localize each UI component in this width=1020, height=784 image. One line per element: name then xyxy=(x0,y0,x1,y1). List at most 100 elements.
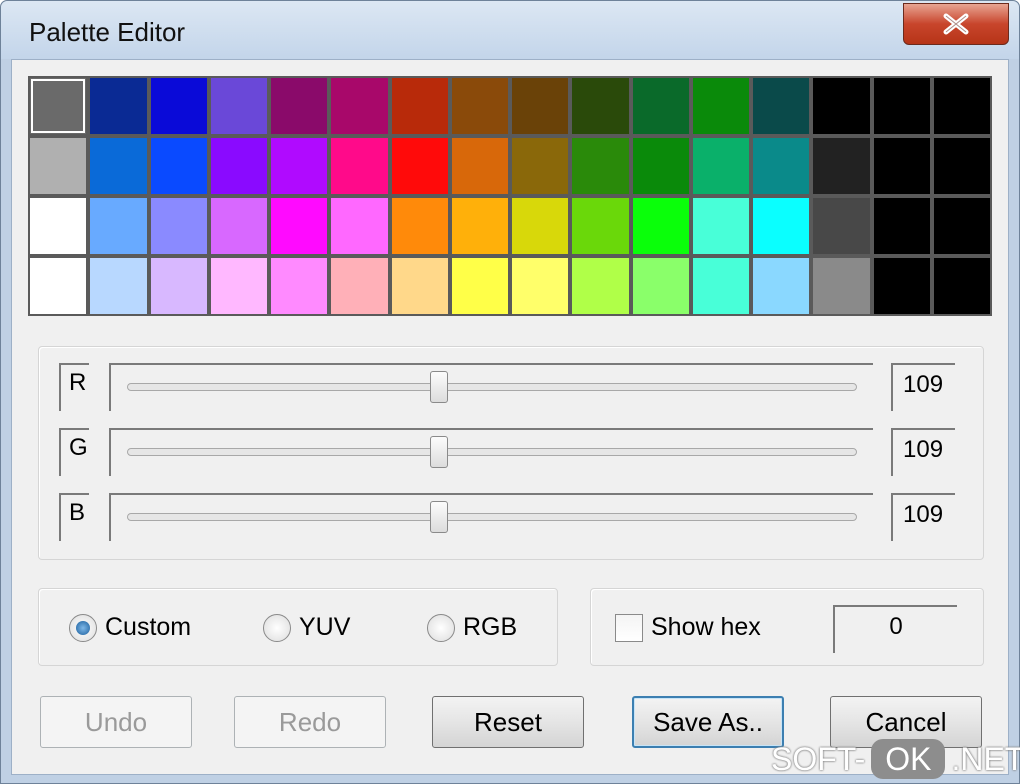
slider-thumb-b[interactable] xyxy=(429,501,448,533)
hex-value-field[interactable]: 0 xyxy=(833,605,957,653)
palette-swatch[interactable] xyxy=(572,258,629,314)
color-palette-grid xyxy=(28,76,992,316)
radio-yuv[interactable]: YUV xyxy=(263,613,350,642)
palette-swatch[interactable] xyxy=(451,258,508,314)
palette-swatch[interactable] xyxy=(813,138,870,194)
palette-swatch[interactable] xyxy=(271,78,328,134)
slider-r[interactable] xyxy=(109,363,873,411)
palette-swatch[interactable] xyxy=(933,198,990,254)
palette-swatch[interactable] xyxy=(271,258,328,314)
palette-swatch[interactable] xyxy=(632,258,689,314)
palette-swatch[interactable] xyxy=(150,78,207,134)
palette-swatch[interactable] xyxy=(451,138,508,194)
palette-swatch[interactable] xyxy=(873,198,930,254)
palette-swatch[interactable] xyxy=(813,78,870,134)
radio-selected-dot xyxy=(76,620,90,635)
palette-swatch[interactable] xyxy=(873,78,930,134)
palette-swatch[interactable] xyxy=(150,258,207,314)
palette-editor-window: Palette Editor R 109 G 109 B 109 Custom … xyxy=(0,0,1020,784)
palette-swatch[interactable] xyxy=(331,138,388,194)
palette-swatch[interactable] xyxy=(933,78,990,134)
value-box-r[interactable]: 109 xyxy=(891,363,955,411)
radio-circle-rgb[interactable] xyxy=(427,613,455,642)
palette-swatch[interactable] xyxy=(692,198,749,254)
palette-swatch[interactable] xyxy=(30,258,87,314)
palette-swatch[interactable] xyxy=(391,258,448,314)
slider-track-b[interactable] xyxy=(127,513,857,521)
palette-swatch[interactable] xyxy=(873,258,930,314)
palette-swatch[interactable] xyxy=(451,198,508,254)
window-title: Palette Editor xyxy=(29,17,186,47)
palette-swatch[interactable] xyxy=(692,258,749,314)
watermark-badge: OK xyxy=(871,739,946,779)
palette-swatch[interactable] xyxy=(210,78,267,134)
palette-swatch[interactable] xyxy=(753,258,810,314)
close-button[interactable] xyxy=(903,3,1009,45)
show-hex-checkbox[interactable]: Show hex xyxy=(615,613,761,642)
slider-g[interactable] xyxy=(109,428,873,476)
palette-swatch[interactable] xyxy=(933,138,990,194)
slider-track-g[interactable] xyxy=(127,448,857,456)
palette-swatch[interactable] xyxy=(451,78,508,134)
palette-swatch[interactable] xyxy=(210,198,267,254)
palette-swatch[interactable] xyxy=(753,198,810,254)
palette-swatch[interactable] xyxy=(90,78,147,134)
palette-swatch[interactable] xyxy=(30,78,87,134)
palette-swatch[interactable] xyxy=(512,78,569,134)
palette-swatch[interactable] xyxy=(692,138,749,194)
palette-swatch[interactable] xyxy=(271,198,328,254)
palette-swatch[interactable] xyxy=(632,78,689,134)
palette-swatch[interactable] xyxy=(331,78,388,134)
palette-swatch[interactable] xyxy=(90,198,147,254)
palette-swatch[interactable] xyxy=(933,258,990,314)
palette-swatch[interactable] xyxy=(331,258,388,314)
watermark: SOFT- OK .NET xyxy=(771,739,1020,779)
save-as-button[interactable]: Save As.. xyxy=(632,696,784,748)
value-box-g[interactable]: 109 xyxy=(891,428,955,476)
palette-swatch[interactable] xyxy=(391,78,448,134)
slider-track-r[interactable] xyxy=(127,383,857,391)
palette-swatch[interactable] xyxy=(692,78,749,134)
palette-swatch[interactable] xyxy=(90,258,147,314)
palette-swatch[interactable] xyxy=(813,198,870,254)
palette-swatch[interactable] xyxy=(632,198,689,254)
slider-b[interactable] xyxy=(109,493,873,541)
slider-thumb-r[interactable] xyxy=(429,371,448,403)
palette-swatch[interactable] xyxy=(210,138,267,194)
undo-button[interactable]: Undo xyxy=(40,696,192,748)
palette-swatch[interactable] xyxy=(632,138,689,194)
palette-swatch[interactable] xyxy=(572,198,629,254)
palette-swatch[interactable] xyxy=(391,138,448,194)
palette-swatch[interactable] xyxy=(150,198,207,254)
palette-swatch[interactable] xyxy=(873,138,930,194)
palette-swatch[interactable] xyxy=(572,138,629,194)
reset-button[interactable]: Reset xyxy=(432,696,584,748)
slider-row-b: B 109 xyxy=(59,493,959,541)
palette-swatch[interactable] xyxy=(813,258,870,314)
palette-swatch[interactable] xyxy=(30,138,87,194)
redo-button[interactable]: Redo xyxy=(234,696,386,748)
radio-rgb[interactable]: RGB xyxy=(427,613,517,642)
slider-thumb-g[interactable] xyxy=(429,436,448,468)
palette-swatch[interactable] xyxy=(210,258,267,314)
radio-circle-yuv[interactable] xyxy=(263,613,291,642)
show-hex-checkbox-box[interactable] xyxy=(615,613,643,642)
palette-swatch[interactable] xyxy=(512,198,569,254)
palette-swatch[interactable] xyxy=(331,198,388,254)
palette-swatch[interactable] xyxy=(150,138,207,194)
palette-swatch[interactable] xyxy=(90,138,147,194)
palette-swatch[interactable] xyxy=(30,198,87,254)
palette-swatch[interactable] xyxy=(391,198,448,254)
title-bar[interactable]: Palette Editor xyxy=(1,1,1019,59)
palette-swatch[interactable] xyxy=(753,138,810,194)
palette-swatch[interactable] xyxy=(572,78,629,134)
radio-custom[interactable]: Custom xyxy=(69,613,191,642)
palette-swatch[interactable] xyxy=(512,258,569,314)
radio-label-yuv: YUV xyxy=(299,613,351,641)
palette-swatch[interactable] xyxy=(753,78,810,134)
palette-swatch[interactable] xyxy=(271,138,328,194)
slider-label-g: G xyxy=(59,428,89,476)
radio-circle-custom[interactable] xyxy=(69,613,97,642)
palette-swatch[interactable] xyxy=(512,138,569,194)
value-box-b[interactable]: 109 xyxy=(891,493,955,541)
